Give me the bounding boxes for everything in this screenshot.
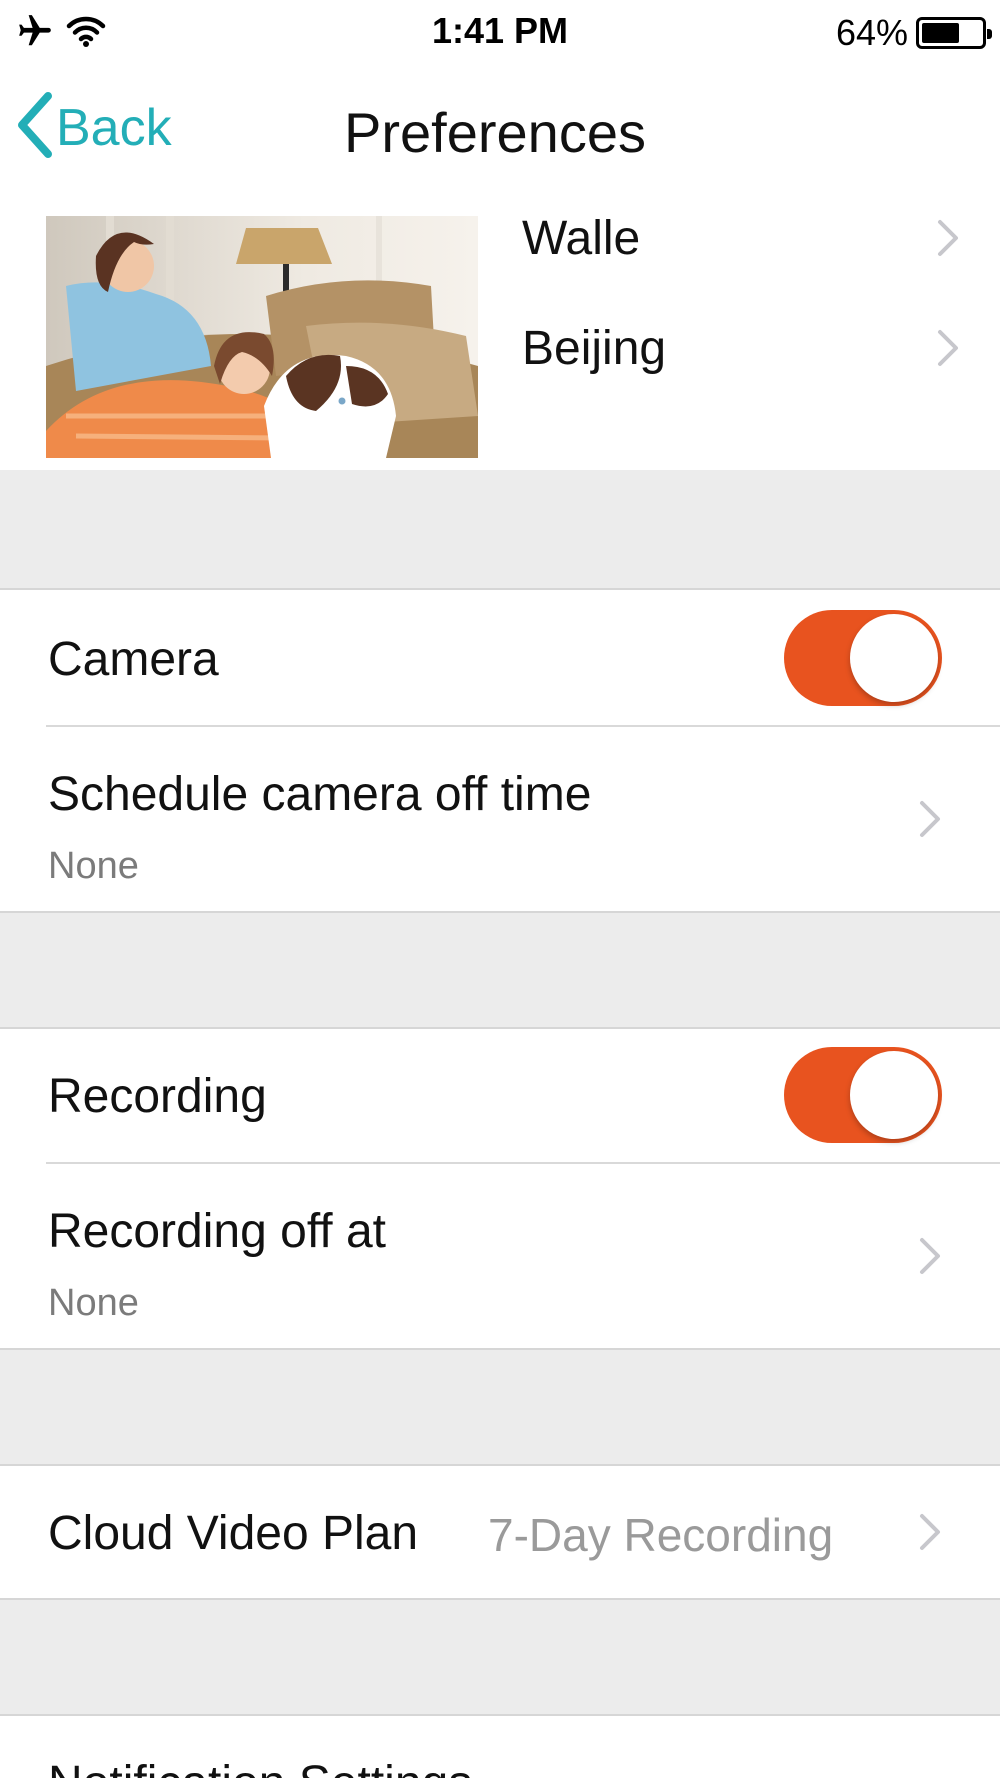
schedule-camera-off-value: None bbox=[48, 845, 139, 887]
section-separator bbox=[0, 1348, 1000, 1466]
cloud-video-plan-value: 7-Day Recording bbox=[488, 1509, 834, 1561]
chevron-right-icon bbox=[918, 799, 942, 844]
camera-toggle[interactable] bbox=[784, 610, 942, 706]
battery-fill bbox=[922, 23, 960, 43]
device-location-row[interactable]: Beijing bbox=[522, 308, 1000, 388]
recording-off-label: Recording off at bbox=[48, 1205, 386, 1258]
battery-tip bbox=[987, 29, 992, 39]
cloud-video-plan-label: Cloud Video Plan bbox=[48, 1507, 419, 1560]
camera-thumbnail[interactable] bbox=[46, 216, 478, 458]
notification-settings-label: Notification Settings bbox=[48, 1756, 472, 1778]
recording-off-row[interactable]: Recording off at None bbox=[0, 1164, 1000, 1348]
status-bar: 1:41 PM 64% bbox=[0, 0, 1000, 66]
chevron-right-icon bbox=[918, 1512, 942, 1557]
recording-label: Recording bbox=[48, 1070, 267, 1123]
toggle-knob bbox=[850, 1051, 938, 1139]
camera-label: Camera bbox=[48, 633, 219, 686]
device-name-row[interactable]: Walle bbox=[522, 198, 1000, 278]
chevron-right-icon bbox=[936, 328, 960, 373]
page-title: Preferences bbox=[344, 101, 646, 164]
section-separator bbox=[0, 470, 1000, 590]
device-location: Beijing bbox=[522, 321, 667, 375]
device-header: Walle Beijing bbox=[0, 190, 1000, 470]
cloud-video-plan-row[interactable]: Cloud Video Plan 7-Day Recording bbox=[0, 1466, 1000, 1598]
chevron-right-icon bbox=[936, 218, 960, 263]
recording-row: Recording bbox=[0, 1029, 1000, 1163]
section-separator bbox=[0, 911, 1000, 1029]
section-separator bbox=[0, 1598, 1000, 1716]
toggle-knob bbox=[850, 614, 938, 702]
battery-icon bbox=[916, 17, 992, 49]
recording-toggle[interactable] bbox=[784, 1047, 942, 1143]
recording-off-value: None bbox=[48, 1282, 139, 1324]
schedule-camera-off-label: Schedule camera off time bbox=[48, 768, 592, 821]
battery-percent: 64% bbox=[835, 12, 908, 53]
device-name: Walle bbox=[522, 211, 641, 265]
schedule-camera-off-row[interactable]: Schedule camera off time None bbox=[0, 727, 1000, 911]
chevron-right-icon bbox=[918, 1236, 942, 1281]
notification-settings-row[interactable]: Notification Settings bbox=[0, 1716, 1000, 1778]
navigation-bar: Back Preferences bbox=[0, 70, 1000, 190]
status-right: 64% bbox=[835, 12, 992, 54]
camera-row: Camera bbox=[0, 590, 1000, 726]
